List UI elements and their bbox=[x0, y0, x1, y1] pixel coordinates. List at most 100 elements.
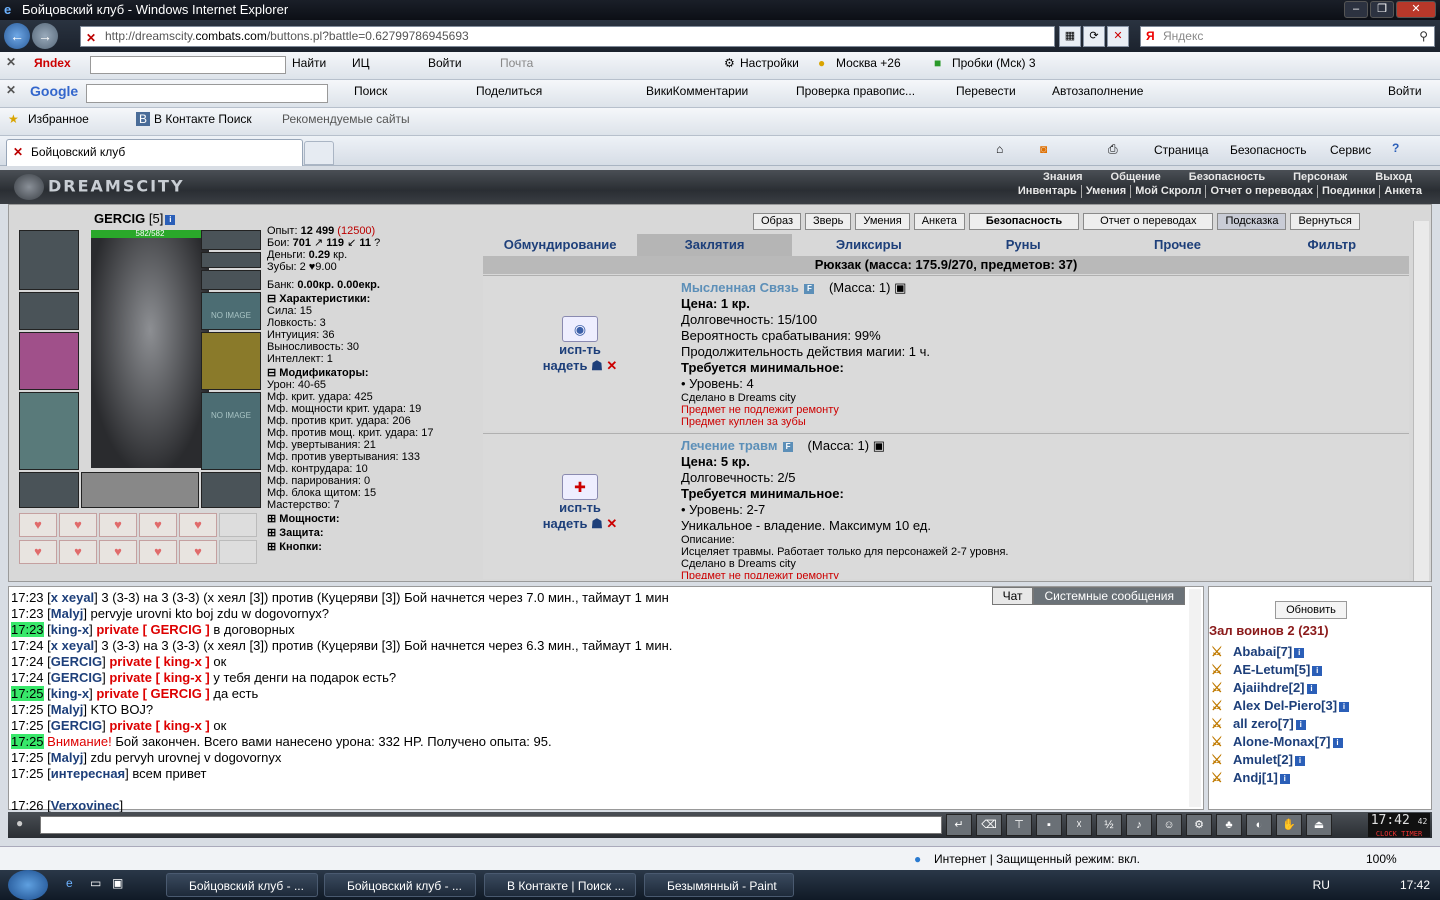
save-icon[interactable]: ▪ bbox=[1036, 814, 1062, 836]
chat-nick[interactable]: Malyj bbox=[51, 606, 84, 621]
heart-scroll-icon[interactable]: ♥ bbox=[59, 513, 97, 537]
chat-time[interactable]: 17:26 bbox=[11, 798, 44, 813]
clear-icon[interactable]: ⌫ bbox=[976, 814, 1002, 836]
user-list-item[interactable]: ⚔ Amulet[2] i bbox=[1211, 751, 1417, 769]
earring-slot[interactable] bbox=[201, 230, 261, 250]
maximize-button[interactable]: ❐ bbox=[1370, 1, 1394, 18]
user-name[interactable]: Ababai[7] bbox=[1233, 644, 1292, 659]
tab-runes[interactable]: Руны bbox=[946, 234, 1100, 256]
chat-nick[interactable]: Malyj bbox=[51, 750, 84, 765]
translate-button[interactable]: Перевести bbox=[956, 84, 1016, 98]
info-icon[interactable]: i bbox=[1339, 701, 1350, 712]
sound-icon[interactable]: ♪ bbox=[1126, 814, 1152, 836]
heart-scroll-icon[interactable]: ♥ bbox=[99, 540, 137, 564]
wear-link[interactable]: надеть bbox=[543, 516, 588, 531]
chat-time[interactable]: 17:25 bbox=[11, 686, 44, 701]
use-link[interactable]: исп-ть bbox=[483, 500, 677, 516]
beast-button[interactable]: Зверь bbox=[805, 213, 852, 230]
user-list-item[interactable]: ⚔ AE-Letum[5] i bbox=[1211, 661, 1417, 679]
belt-slot[interactable] bbox=[19, 472, 79, 508]
chat-nick[interactable]: x xeyal bbox=[51, 590, 94, 605]
yandex-logo[interactable]: Яndex bbox=[34, 56, 71, 70]
bracers-slot[interactable] bbox=[19, 292, 79, 330]
chat-scrollbar[interactable] bbox=[1189, 589, 1201, 807]
submenu-profile[interactable]: Анкета bbox=[1379, 185, 1426, 198]
compat-view-icon[interactable]: ▦ bbox=[1059, 26, 1081, 47]
smile-icon[interactable]: ☺ bbox=[1156, 814, 1182, 836]
empty-scroll-slot[interactable] bbox=[219, 540, 257, 564]
chat-nick[interactable]: GERCIG bbox=[51, 654, 102, 669]
heart-scroll-icon[interactable]: ♥ bbox=[179, 540, 217, 564]
wiki-comments-button[interactable]: ВикиКомментарии bbox=[646, 84, 748, 98]
chars-header[interactable]: ⊟ Характеристики: bbox=[267, 293, 481, 305]
defense-header[interactable]: ⊞ Защита: bbox=[267, 527, 481, 539]
heart-scroll-icon[interactable]: ♥ bbox=[179, 513, 217, 537]
autofill-button[interactable]: Автозаполнение bbox=[1052, 84, 1143, 98]
menu-security[interactable]: Безопасность bbox=[1175, 171, 1279, 184]
shield-slot[interactable] bbox=[201, 332, 261, 390]
user-list-item[interactable]: ⚔ all zero[7] i bbox=[1211, 715, 1417, 733]
user-name[interactable]: Alone-Monax[7] bbox=[1233, 734, 1331, 749]
info-icon[interactable]: i bbox=[1295, 719, 1306, 730]
submenu-scroll[interactable]: Мой Скролл bbox=[1130, 185, 1205, 198]
chat-nick[interactable]: Verxovinec bbox=[51, 798, 120, 813]
google-search-input[interactable] bbox=[86, 84, 328, 103]
chat-nick[interactable]: Malyj bbox=[51, 702, 84, 717]
item-info-icon[interactable]: F bbox=[783, 441, 794, 452]
search-input[interactable]: Я Яндекс ⚲ bbox=[1140, 26, 1435, 47]
fight-icon[interactable]: ☓ bbox=[1066, 814, 1092, 836]
zoom-level[interactable]: 100% bbox=[1366, 847, 1397, 871]
chat-time[interactable]: 17:23 bbox=[11, 590, 44, 605]
yandex-login-button[interactable]: Войти bbox=[428, 56, 462, 70]
tab-spells[interactable]: Заклятия bbox=[637, 234, 792, 256]
start-button[interactable] bbox=[8, 870, 48, 900]
chat-private-tag[interactable]: private [ GERCIG ] bbox=[96, 622, 209, 637]
weapon-slot[interactable] bbox=[19, 332, 79, 390]
user-list-item[interactable]: ⚔ Andj[1] i bbox=[1211, 769, 1417, 787]
page-menu[interactable]: Страница bbox=[1154, 143, 1208, 157]
info-icon[interactable]: i bbox=[1306, 683, 1317, 694]
ie-quicklaunch-icon[interactable]: e bbox=[66, 876, 73, 890]
chat-private-tag[interactable]: private [ king-x ] bbox=[109, 654, 209, 669]
heart-scroll-icon[interactable]: ♥ bbox=[19, 540, 57, 564]
chat-private-tag[interactable]: private [ GERCIG ] bbox=[96, 686, 209, 701]
tab-fight-club[interactable]: ✕ Бойцовский клуб bbox=[6, 139, 303, 166]
chat-nick[interactable]: GERCIG bbox=[51, 670, 102, 685]
inventory-scrollbar[interactable] bbox=[1413, 221, 1429, 581]
info-icon[interactable]: i bbox=[1279, 773, 1290, 784]
chat-time[interactable]: 17:25 bbox=[11, 766, 44, 781]
menu-exit[interactable]: Выход bbox=[1361, 171, 1426, 184]
submenu-skills[interactable]: Умения bbox=[1080, 185, 1130, 198]
menu-knowledge[interactable]: Знания bbox=[1029, 171, 1096, 184]
service-menu[interactable]: Сервис bbox=[1330, 143, 1371, 157]
user-list-item[interactable]: ⚔ Ajaiihdre[2] i bbox=[1211, 679, 1417, 697]
info-icon[interactable]: i bbox=[1294, 755, 1305, 766]
refresh-button[interactable]: Обновить bbox=[1275, 601, 1347, 619]
minimize-button[interactable]: – bbox=[1344, 1, 1368, 18]
chat-nick[interactable]: GERCIG bbox=[51, 718, 102, 733]
tab-filter[interactable]: Фильтр bbox=[1255, 234, 1409, 256]
mods-header[interactable]: ⊟ Модификаторы: bbox=[267, 367, 481, 379]
settings-icon[interactable]: ⚙ bbox=[1186, 814, 1212, 836]
power-header[interactable]: ⊞ Мощности: bbox=[267, 513, 481, 525]
feeds-icon[interactable]: ◙ bbox=[1040, 142, 1047, 156]
heart-scroll-icon[interactable]: ♥ bbox=[139, 540, 177, 564]
user-name[interactable]: Andj[1] bbox=[1233, 770, 1278, 785]
boots-slot[interactable] bbox=[201, 472, 261, 508]
hint-button[interactable]: Подсказка bbox=[1217, 213, 1287, 230]
help-icon[interactable]: ? bbox=[1392, 141, 1399, 155]
menu-communication[interactable]: Общение bbox=[1097, 171, 1175, 184]
settings-button[interactable]: Настройки bbox=[740, 56, 799, 70]
print-icon[interactable]: ⎙ bbox=[1108, 142, 1118, 157]
item-info-icon[interactable]: F bbox=[804, 283, 815, 294]
task-vkontakte[interactable]: В Контакте | Поиск ... bbox=[484, 873, 636, 897]
character-avatar[interactable] bbox=[91, 238, 209, 468]
address-bar[interactable]: ✕ http://dreamscity.combats.com/buttons.p… bbox=[80, 26, 1055, 47]
tab-other[interactable]: Прочее bbox=[1100, 234, 1254, 256]
submenu-transfers[interactable]: Отчет о переводах bbox=[1205, 185, 1317, 198]
chat-time[interactable]: 17:24 bbox=[11, 654, 44, 669]
security-menu[interactable]: Безопасность bbox=[1230, 143, 1307, 157]
user-name[interactable]: all zero[7] bbox=[1233, 716, 1294, 731]
heart-scroll-icon[interactable]: ♥ bbox=[19, 513, 57, 537]
close-toolbar-icon[interactable]: ✕ bbox=[6, 83, 16, 97]
